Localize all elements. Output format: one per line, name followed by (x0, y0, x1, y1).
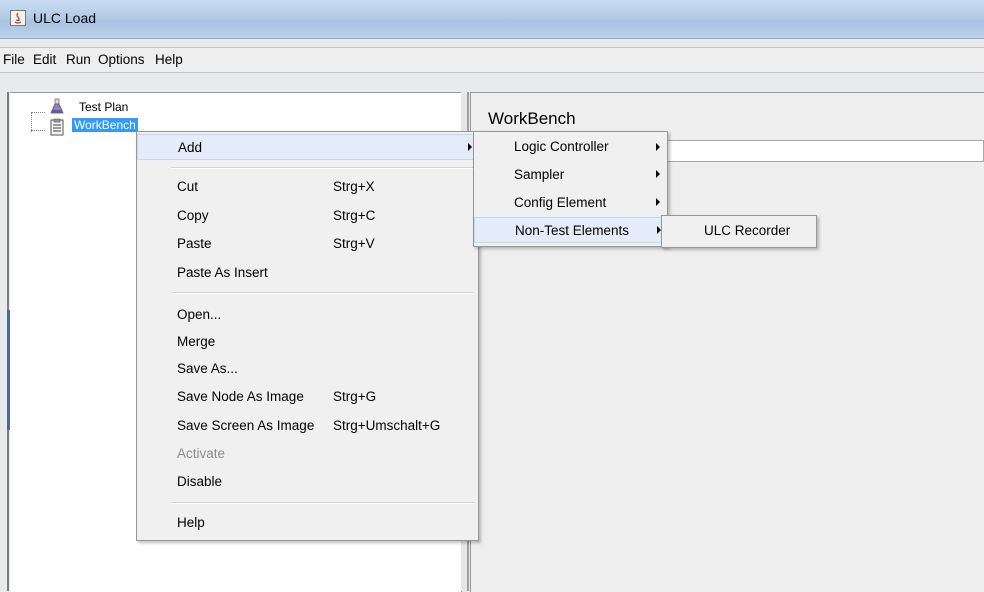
menu-item-activate: Activate (137, 441, 478, 467)
menu-item-label: Help (177, 515, 205, 530)
menu-item-label: Copy (177, 208, 209, 223)
menu-item-label: Activate (177, 446, 226, 461)
context-menu: Add Cut Strg+X Copy Strg+C Paste Strg+V … (136, 131, 479, 541)
menu-options[interactable]: Options (98, 52, 145, 67)
add-submenu: Logic Controller Sampler Config Element … (473, 131, 668, 247)
menu-item-open[interactable]: Open... (137, 302, 478, 328)
shortcut-label: Strg+C (333, 208, 376, 223)
shortcut-label: Strg+X (333, 179, 375, 194)
menu-file[interactable]: File (3, 52, 25, 67)
menu-item-label: Paste (177, 236, 212, 251)
menu-bar: File Edit Run Options Help (0, 47, 984, 73)
tree-node-test-plan[interactable]: Test Plan (77, 100, 130, 114)
tree-connector (31, 112, 45, 113)
shortcut-label: Strg+Umschalt+G (333, 418, 441, 433)
menu-item-label: Save As... (177, 361, 238, 376)
menu-separator (171, 292, 474, 294)
submenu-item-sampler[interactable]: Sampler (474, 162, 667, 188)
submenu-item-ulc-recorder[interactable]: ULC Recorder (662, 218, 816, 244)
menu-item-help[interactable]: Help (137, 510, 478, 536)
menu-separator (171, 502, 474, 504)
menu-item-label: Open... (177, 307, 222, 322)
menu-item-paste[interactable]: Paste Strg+V (137, 231, 478, 257)
submenu-item-config-element[interactable]: Config Element (474, 190, 667, 216)
menu-item-label: Logic Controller (514, 139, 609, 154)
menu-item-label: Save Screen As Image (177, 418, 315, 433)
menu-item-save-as[interactable]: Save As... (137, 356, 478, 382)
menu-item-label: Disable (177, 474, 223, 489)
menu-item-label: Config Element (514, 195, 607, 210)
menu-item-label: ULC Recorder (704, 223, 791, 238)
submenu-arrow-icon (656, 198, 660, 206)
menu-item-label: Paste As Insert (177, 265, 268, 280)
menu-separator (171, 167, 474, 169)
menu-item-label: Non-Test Elements (515, 223, 630, 238)
menu-run[interactable]: Run (66, 52, 91, 67)
tree-connector (31, 130, 45, 131)
shortcut-label: Strg+V (333, 236, 375, 251)
java-app-icon (10, 10, 26, 26)
menu-item-label: Save Node As Image (177, 389, 304, 404)
menu-item-label: Add (178, 140, 203, 155)
flask-icon (48, 98, 66, 116)
menu-item-save-node-as-image[interactable]: Save Node As Image Strg+G (137, 384, 478, 410)
menu-item-cut[interactable]: Cut Strg+X (137, 174, 478, 200)
menu-item-label: Merge (177, 334, 216, 349)
menu-item-add[interactable]: Add (137, 134, 478, 160)
menu-item-merge[interactable]: Merge (137, 329, 478, 355)
non-test-elements-submenu: ULC Recorder (661, 215, 817, 248)
menu-item-disable[interactable]: Disable (137, 469, 478, 495)
tree-node-workbench[interactable]: WorkBench (72, 118, 138, 132)
menu-help[interactable]: Help (155, 52, 183, 67)
title-bar: ULC Load (0, 0, 984, 39)
clipboard-icon (48, 118, 66, 136)
menu-item-label: Cut (177, 179, 199, 194)
submenu-item-non-test-elements[interactable]: Non-Test Elements (474, 217, 667, 243)
menu-item-save-screen-as-image[interactable]: Save Screen As Image Strg+Umschalt+G (137, 413, 478, 439)
submenu-arrow-icon (468, 143, 472, 151)
workbench-title: WorkBench (488, 109, 576, 128)
tree-connector (31, 112, 32, 132)
window-title: ULC Load (33, 10, 97, 26)
submenu-arrow-icon (656, 170, 660, 178)
submenu-arrow-icon (656, 143, 660, 151)
menu-edit[interactable]: Edit (33, 52, 56, 67)
shortcut-label: Strg+G (333, 389, 377, 404)
menu-item-paste-as-insert[interactable]: Paste As Insert (137, 260, 478, 286)
menu-item-copy[interactable]: Copy Strg+C (137, 203, 478, 229)
submenu-item-logic-controller[interactable]: Logic Controller (474, 134, 667, 160)
menu-item-label: Sampler (514, 167, 565, 182)
